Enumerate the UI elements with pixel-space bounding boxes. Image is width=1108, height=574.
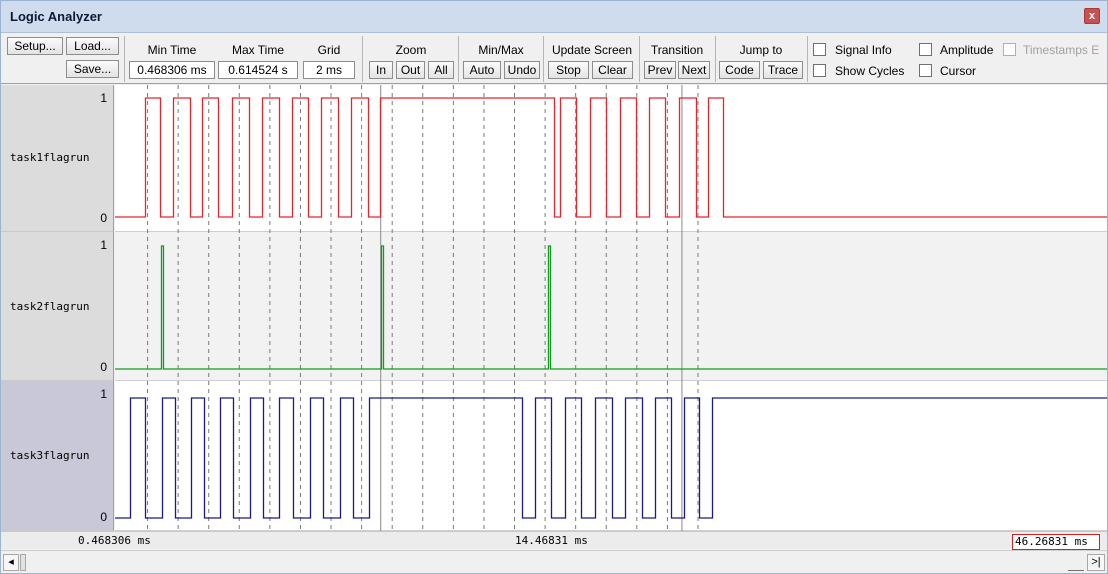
zoom-in-button[interactable]: In: [369, 61, 393, 79]
scroll-end-icon[interactable]: >|: [1087, 554, 1105, 571]
show-cycles-checkbox[interactable]: [813, 64, 826, 77]
task1-signal-name: task1flagrun: [10, 151, 90, 164]
stop-button[interactable]: Stop: [548, 61, 589, 79]
code-button[interactable]: Code: [719, 61, 760, 79]
min-time-value: 0.468306 ms: [129, 61, 215, 79]
task2-low-level: 0: [100, 360, 107, 374]
update-screen-label: Update Screen: [551, 43, 633, 57]
min-time-label: Min Time: [147, 43, 197, 57]
jump-to-label: Jump to: [739, 43, 783, 57]
time-left-label: 0.468306 ms: [78, 534, 151, 547]
task2-signal-name: task2flagrun: [10, 300, 90, 313]
save-button[interactable]: Save...: [66, 60, 119, 78]
trace-button[interactable]: Trace: [763, 61, 803, 79]
signal-info-label: Signal Info: [835, 43, 892, 57]
lane-background-1: [115, 85, 1107, 232]
window-title: Logic Analyzer: [10, 9, 102, 24]
cursor-label: Cursor: [940, 64, 977, 78]
cursor-time-label: 46.26831 ms: [1012, 534, 1100, 550]
amplitude-label: Amplitude: [940, 43, 994, 57]
zoom-all-button[interactable]: All: [428, 61, 454, 79]
task1-low-level: 0: [100, 211, 107, 225]
transition-label: Transition: [650, 43, 704, 57]
task1-high-level: 1: [100, 91, 107, 105]
cursor-checkbox[interactable]: [919, 64, 932, 77]
logic-analyzer-window: Logic Analyzer x Setup... Load... Save..…: [0, 0, 1108, 574]
zoom-out-button[interactable]: Out: [396, 61, 425, 79]
task3-high-level: 1: [100, 387, 107, 401]
prev-button[interactable]: Prev: [644, 61, 676, 79]
time-axis-bar: 0.468306 ms 14.46831 ms 46.26831 ms: [1, 531, 1107, 550]
max-time-value: 0.614524 s: [218, 61, 298, 79]
scroll-end-line: [1068, 570, 1084, 571]
task3-signal-name: task3flagrun: [10, 449, 90, 462]
setup-button[interactable]: Setup...: [7, 37, 63, 55]
amplitude-checkbox[interactable]: [919, 43, 932, 56]
signal-row-task3[interactable]: 1 task3flagrun 0: [1, 381, 114, 531]
grid-label: Grid: [317, 43, 341, 57]
next-button[interactable]: Next: [678, 61, 710, 79]
scroll-left-icon[interactable]: ◂: [3, 554, 19, 571]
horizontal-scrollbar[interactable]: ◂ >|: [1, 550, 1107, 573]
clear-button[interactable]: Clear: [592, 61, 633, 79]
task2-high-level: 1: [100, 238, 107, 252]
undo-button[interactable]: Undo: [504, 61, 540, 79]
show-cycles-label: Show Cycles: [835, 64, 905, 78]
scroll-thumb[interactable]: [20, 554, 26, 571]
time-center-label: 14.46831 ms: [515, 534, 588, 547]
auto-button[interactable]: Auto: [463, 61, 501, 79]
signal-row-task1[interactable]: 1 task1flagrun 0: [1, 85, 114, 232]
signal-info-checkbox[interactable]: [813, 43, 826, 56]
max-time-label: Max Time: [231, 43, 284, 57]
grid-value: 2 ms: [303, 61, 355, 79]
timestamps-label: Timestamps E: [1023, 43, 1100, 57]
close-button[interactable]: x: [1084, 8, 1100, 24]
load-button[interactable]: Load...: [66, 37, 119, 55]
waveform-plot[interactable]: [115, 85, 1107, 531]
signal-row-task2[interactable]: 1 task2flagrun 0: [1, 232, 114, 381]
minmax-label: Min/Max: [478, 43, 524, 57]
zoom-label: Zoom: [395, 43, 427, 57]
lane-background-2: [115, 232, 1107, 381]
toolbar: Setup... Load... Save... Min Time 0.4683…: [1, 34, 1107, 84]
timestamps-checkbox: [1003, 43, 1016, 56]
task3-low-level: 0: [100, 510, 107, 524]
title-bar: Logic Analyzer x: [1, 1, 1107, 33]
